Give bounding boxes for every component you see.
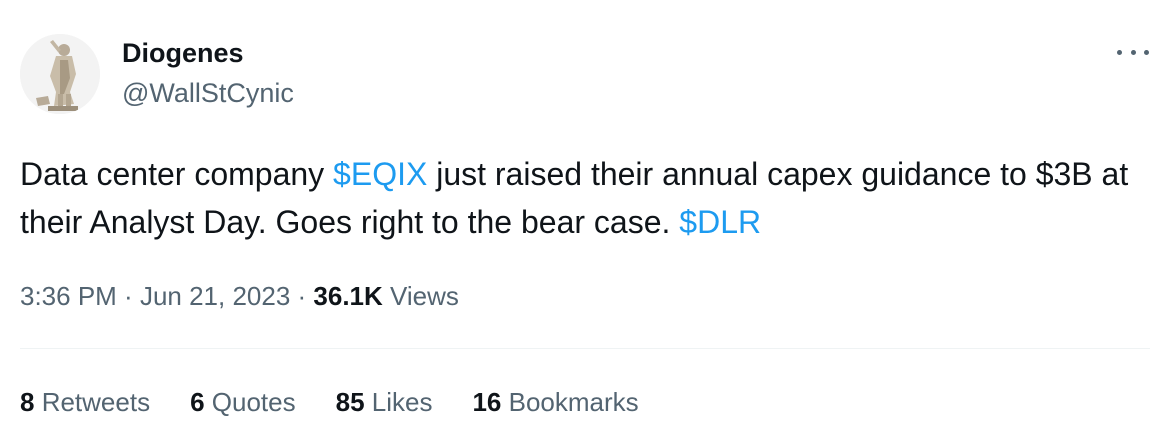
retweets-label: Retweets bbox=[34, 387, 151, 417]
tweet-stats: 8 Retweets 6 Quotes 85 Likes 16 Bookmark… bbox=[20, 386, 679, 418]
cashtag-dlr[interactable]: $DLR bbox=[679, 204, 761, 240]
retweets-count: 8 bbox=[20, 387, 35, 417]
dot bbox=[1130, 49, 1136, 55]
meta-separator: · bbox=[116, 281, 140, 311]
author-display-name[interactable]: Diogenes bbox=[122, 38, 244, 68]
tweet-card: Diogenes @WallStCynic Data center compan… bbox=[0, 0, 1174, 444]
statue-icon bbox=[20, 34, 100, 114]
divider bbox=[20, 348, 1150, 349]
quotes-stat[interactable]: 6 Quotes bbox=[190, 386, 296, 418]
bookmarks-count: 16 bbox=[472, 387, 502, 417]
likes-stat[interactable]: 85 Likes bbox=[336, 386, 433, 418]
tweet-date[interactable]: Jun 21, 2023 bbox=[140, 281, 290, 311]
bookmarks-stat[interactable]: 16 Bookmarks bbox=[472, 386, 638, 418]
dot bbox=[1144, 49, 1149, 55]
cashtag-eqix[interactable]: $EQIX bbox=[333, 156, 427, 192]
quotes-label: Quotes bbox=[204, 387, 296, 417]
tweet-text: Data center company $EQIX just raised th… bbox=[20, 150, 1150, 246]
retweets-stat[interactable]: 8 Retweets bbox=[20, 386, 150, 418]
dot bbox=[1117, 49, 1122, 55]
views-count: 36.1K bbox=[313, 281, 383, 311]
tweet-meta: 3:36 PM · Jun 21, 2023 · 36.1K Views bbox=[20, 280, 459, 312]
views-label: Views bbox=[382, 281, 459, 311]
tweet-time[interactable]: 3:36 PM bbox=[20, 281, 117, 311]
bookmarks-label: Bookmarks bbox=[501, 387, 639, 417]
meta-separator: · bbox=[290, 281, 314, 311]
likes-count: 85 bbox=[335, 387, 365, 417]
more-options-icon[interactable] bbox=[1117, 40, 1149, 64]
avatar[interactable] bbox=[20, 34, 100, 114]
tweet-text-part: Data center company bbox=[20, 156, 334, 192]
author-handle[interactable]: @WallStCynic bbox=[122, 78, 294, 108]
quotes-count: 6 bbox=[190, 387, 205, 417]
likes-label: Likes bbox=[364, 387, 433, 417]
